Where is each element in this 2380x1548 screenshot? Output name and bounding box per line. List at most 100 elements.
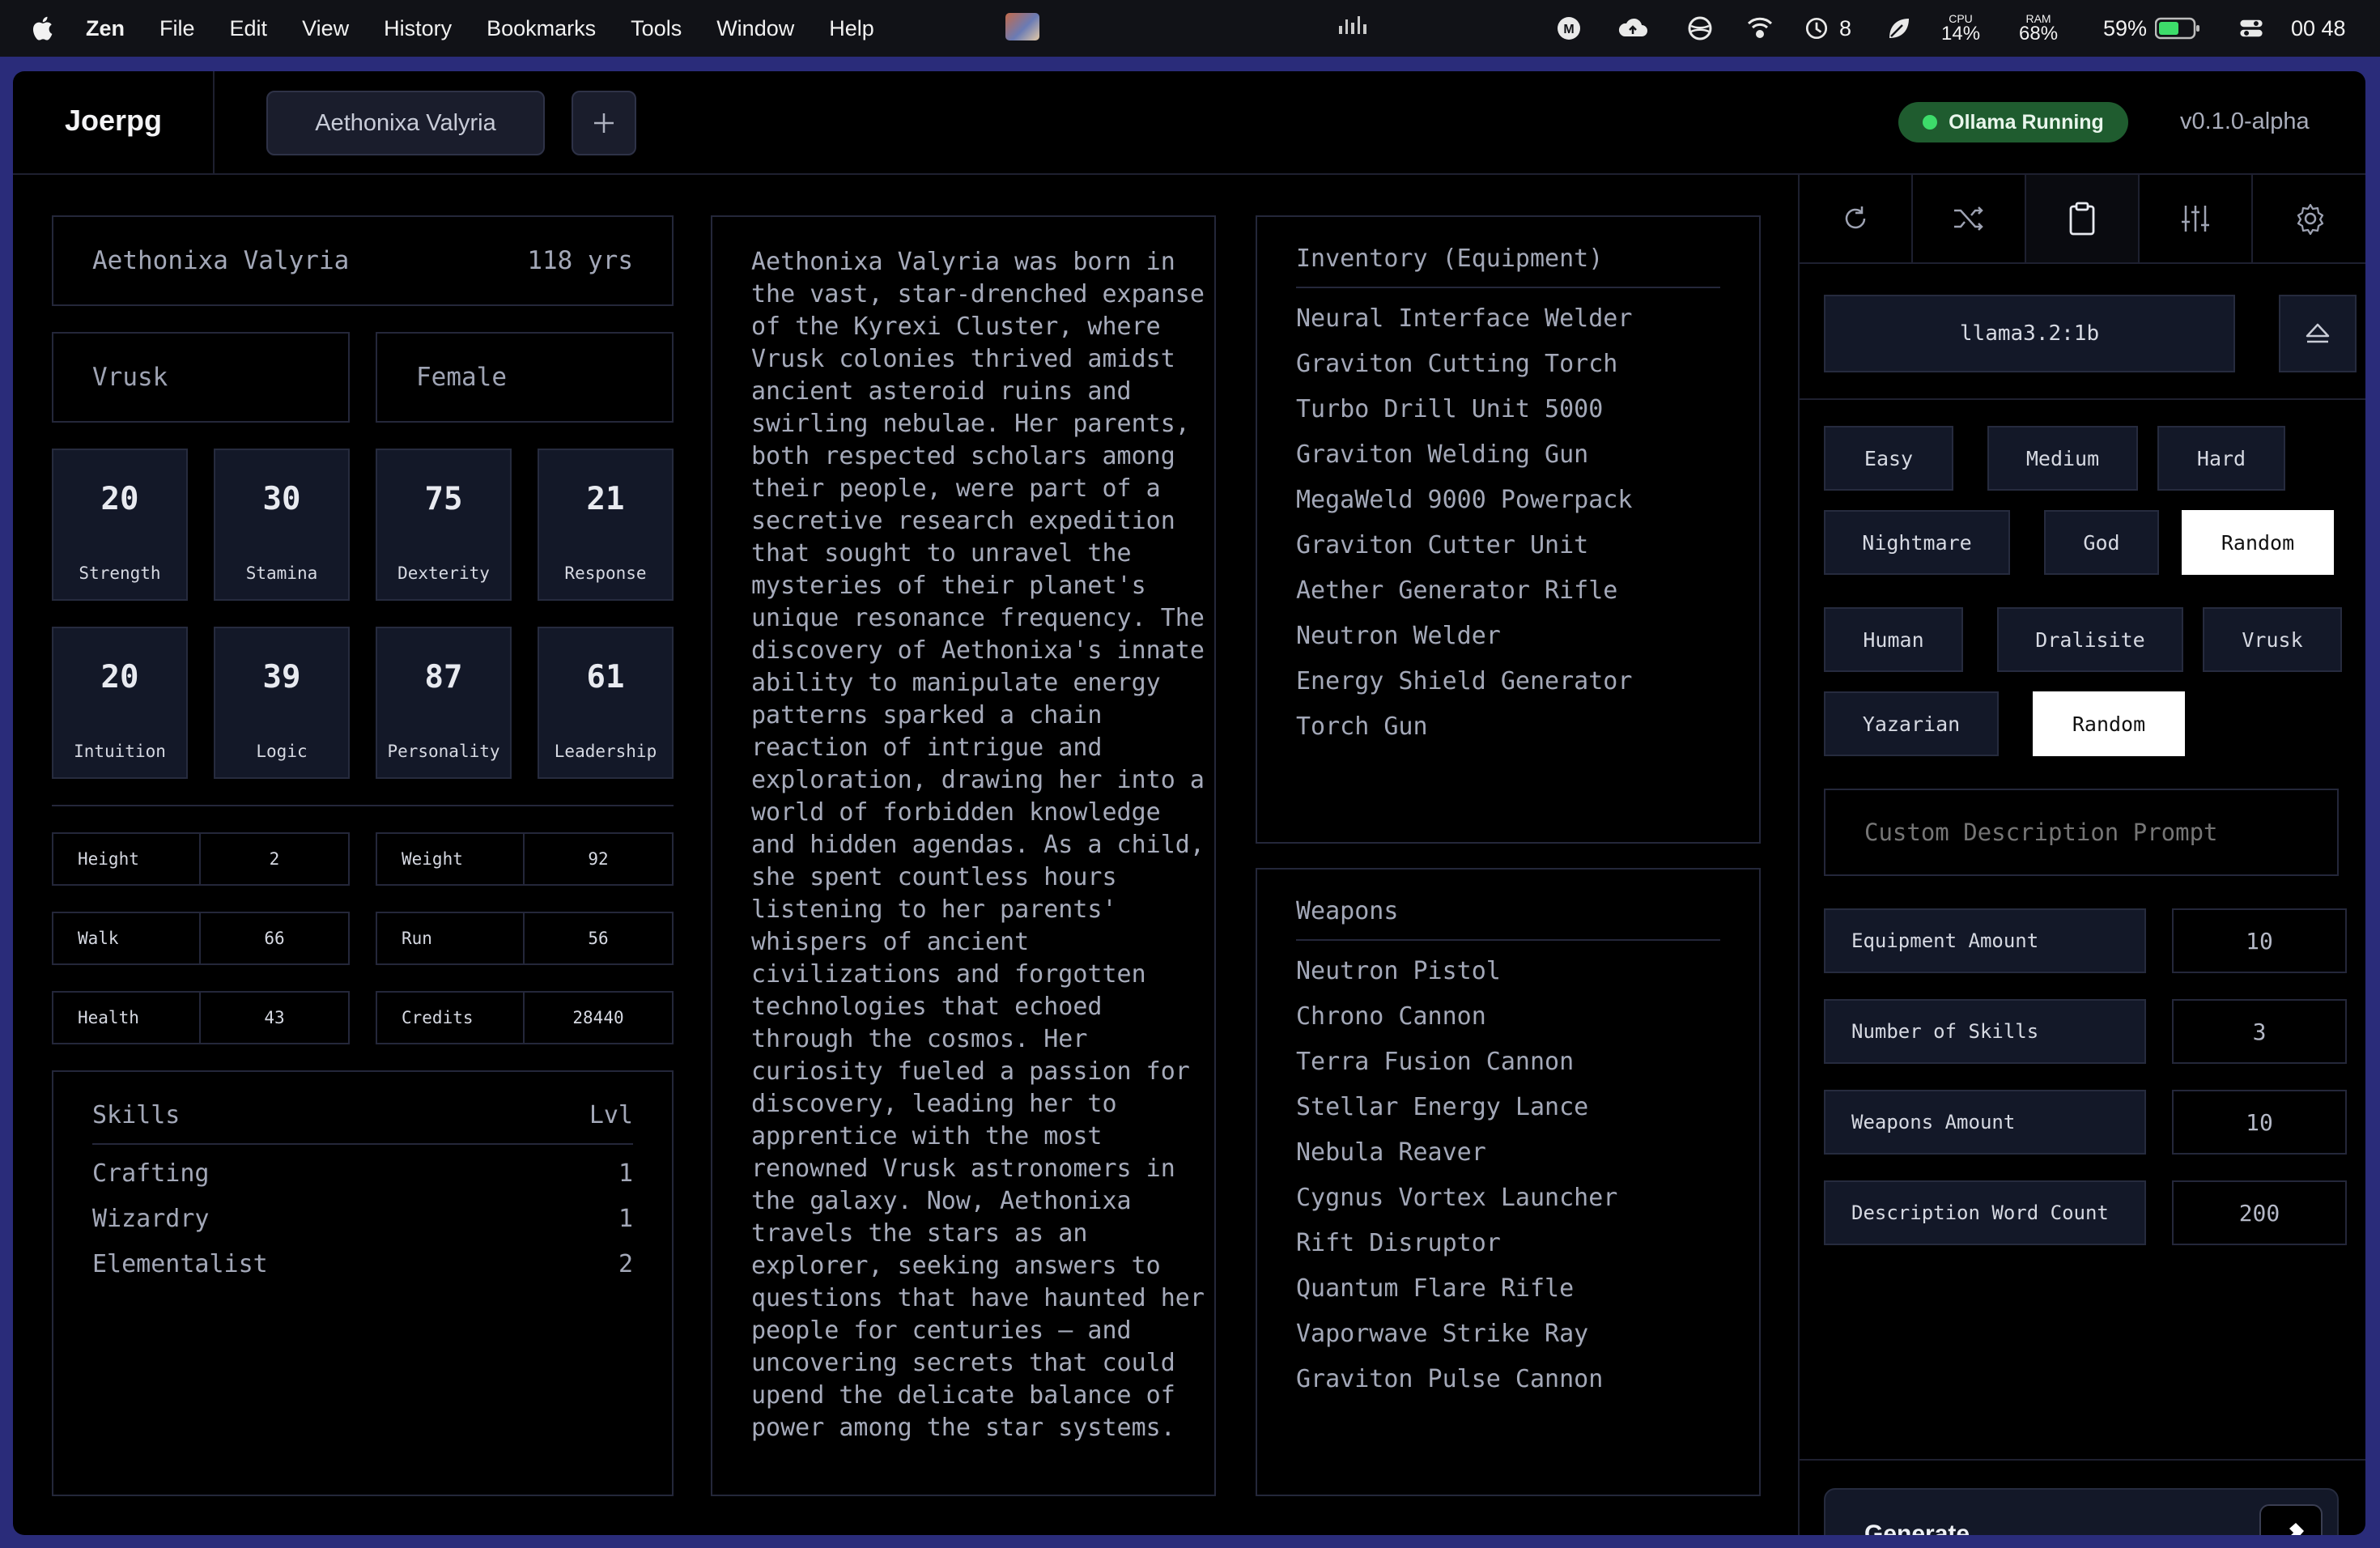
- difficulty-hard[interactable]: Hard: [2157, 426, 2285, 491]
- race-random[interactable]: Random: [2033, 691, 2185, 756]
- race-field[interactable]: Vrusk: [52, 332, 350, 423]
- generate-button[interactable]: Generate: [1824, 1488, 2339, 1535]
- race-dralisite[interactable]: Dralisite: [1997, 607, 2183, 672]
- stat-intuition[interactable]: 20 Intuition: [52, 627, 188, 779]
- inventory-item[interactable]: Graviton Cutting Torch: [1296, 350, 1632, 395]
- difficulty-nightmare[interactable]: Nightmare: [1824, 510, 2010, 575]
- stat-strength[interactable]: 20 Strength: [52, 449, 188, 601]
- apple-icon[interactable]: [29, 14, 58, 43]
- stat-label: Stamina: [245, 563, 318, 583]
- weapon-item[interactable]: Terra Fusion Cannon: [1296, 1048, 1617, 1093]
- difficulty-god[interactable]: God: [2044, 510, 2159, 575]
- gear-icon: [2297, 203, 2323, 235]
- skills-title: Skills: [92, 1101, 181, 1129]
- menu-tools[interactable]: Tools: [631, 16, 682, 41]
- cpu-meter[interactable]: CPU 14%: [1941, 0, 1980, 57]
- settings-button[interactable]: [2253, 175, 2365, 264]
- word-count-input[interactable]: 200: [2172, 1180, 2347, 1245]
- clipboard-button[interactable]: [2026, 175, 2140, 264]
- gender-field[interactable]: Female: [376, 332, 674, 423]
- inventory-item[interactable]: Neutron Welder: [1296, 622, 1632, 667]
- audio-bars-icon[interactable]: [1339, 16, 1366, 34]
- attr-walk[interactable]: Walk 66: [52, 912, 350, 965]
- name-age-field[interactable]: Aethonixa Valyria 118 yrs: [52, 215, 674, 306]
- stat-leadership[interactable]: 61 Leadership: [538, 627, 674, 779]
- weapon-item[interactable]: Neutron Pistol: [1296, 957, 1617, 1002]
- clock[interactable]: 00 48: [2291, 0, 2346, 57]
- equipment-amount-input[interactable]: 10: [2172, 908, 2347, 973]
- stat-response[interactable]: 21 Response: [538, 449, 674, 601]
- inventory-item[interactable]: MegaWeld 9000 Powerpack: [1296, 486, 1632, 531]
- control-center-icon[interactable]: [2238, 0, 2265, 57]
- menu-history[interactable]: History: [384, 16, 452, 41]
- skills-count-input[interactable]: 3: [2172, 999, 2347, 1064]
- menu-edit[interactable]: Edit: [230, 16, 268, 41]
- inventory-item[interactable]: Aether Generator Rifle: [1296, 576, 1632, 622]
- skill-name: Wizardry: [92, 1205, 210, 1233]
- weapon-item[interactable]: Nebula Reaver: [1296, 1138, 1617, 1184]
- stat-dexterity[interactable]: 75 Dexterity: [376, 449, 512, 601]
- attr-key: Weight: [377, 834, 525, 884]
- inventory-panel: Inventory (Equipment) Neural Interface W…: [1256, 215, 1761, 844]
- race-human[interactable]: Human: [1824, 607, 1963, 672]
- attr-credits[interactable]: Credits 28440: [376, 991, 674, 1044]
- skill-row[interactable]: Wizardry 1: [92, 1205, 633, 1250]
- network-status-icon[interactable]: [1744, 0, 1776, 57]
- attr-run[interactable]: Run 56: [376, 912, 674, 965]
- menu-bar: Zen File Edit View History Bookmarks Too…: [0, 0, 2380, 57]
- attr-weight[interactable]: Weight 92: [376, 832, 674, 886]
- character-description: Aethonixa Valyria was born in the vast, …: [711, 215, 1216, 1496]
- difficulty-random[interactable]: Random: [2182, 510, 2334, 575]
- stat-label: Response: [564, 563, 647, 583]
- menu-window[interactable]: Window: [716, 16, 794, 41]
- weapon-item[interactable]: Quantum Flare Rifle: [1296, 1274, 1617, 1320]
- menu-app-name[interactable]: Zen: [86, 16, 125, 41]
- stat-stamina[interactable]: 30 Stamina: [214, 449, 350, 601]
- model-select[interactable]: llama3.2:1b: [1824, 295, 2235, 372]
- adjustments-button[interactable]: [2140, 175, 2253, 264]
- weapon-item[interactable]: Stellar Energy Lance: [1296, 1093, 1617, 1138]
- race-yazarian[interactable]: Yazarian: [1824, 691, 1999, 756]
- custom-prompt-input[interactable]: [1824, 789, 2339, 876]
- add-tab-button[interactable]: [572, 91, 636, 155]
- weapon-item[interactable]: Graviton Pulse Cannon: [1296, 1365, 1617, 1410]
- skill-row[interactable]: Elementalist 2: [92, 1250, 633, 1295]
- inventory-item[interactable]: Energy Shield Generator: [1296, 667, 1632, 712]
- weapon-item[interactable]: Vaporwave Strike Ray: [1296, 1320, 1617, 1365]
- race-vrusk[interactable]: Vrusk: [2203, 607, 2342, 672]
- eject-model-button[interactable]: [2279, 295, 2357, 372]
- now-playing-thumbnail[interactable]: [1005, 13, 1039, 40]
- attr-height[interactable]: Height 2: [52, 832, 350, 886]
- randomize-button[interactable]: [1913, 175, 2026, 264]
- sync-globe-icon[interactable]: [1684, 0, 1716, 57]
- attr-health[interactable]: Health 43: [52, 991, 350, 1044]
- stat-logic[interactable]: 39 Logic: [214, 627, 350, 779]
- updates-status[interactable]: 8: [1802, 0, 1851, 57]
- status-m-icon[interactable]: M: [1553, 0, 1585, 57]
- weapons-amount-input[interactable]: 10: [2172, 1090, 2347, 1155]
- ram-meter[interactable]: RAM 68%: [2019, 0, 2058, 57]
- weapon-item[interactable]: Rift Disruptor: [1296, 1229, 1617, 1274]
- menu-view[interactable]: View: [302, 16, 349, 41]
- skill-row[interactable]: Crafting 1: [92, 1159, 633, 1205]
- leaf-icon[interactable]: [1883, 0, 1915, 57]
- character-tab[interactable]: Aethonixa Valyria: [266, 91, 545, 155]
- cloud-upload-icon[interactable]: [1617, 0, 1649, 57]
- menu-bookmarks[interactable]: Bookmarks: [487, 16, 596, 41]
- difficulty-easy[interactable]: Easy: [1824, 426, 1953, 491]
- menu-help[interactable]: Help: [829, 16, 874, 41]
- menu-file[interactable]: File: [159, 16, 195, 41]
- weapon-item[interactable]: Chrono Cannon: [1296, 1002, 1617, 1048]
- inventory-item[interactable]: Torch Gun: [1296, 712, 1632, 758]
- reload-button[interactable]: [1800, 175, 1913, 264]
- weapon-item[interactable]: Cygnus Vortex Launcher: [1296, 1184, 1617, 1229]
- inventory-item[interactable]: Turbo Drill Unit 5000: [1296, 395, 1632, 440]
- inventory-item[interactable]: Graviton Welding Gun: [1296, 440, 1632, 486]
- stat-value: 61: [586, 659, 625, 695]
- stat-personality[interactable]: 87 Personality: [376, 627, 512, 779]
- inventory-item[interactable]: Graviton Cutter Unit: [1296, 531, 1632, 576]
- battery-status[interactable]: 59%: [2103, 0, 2200, 57]
- inventory-item[interactable]: Neural Interface Welder: [1296, 304, 1632, 350]
- attr-key: Credits: [377, 993, 525, 1043]
- difficulty-medium[interactable]: Medium: [1987, 426, 2138, 491]
